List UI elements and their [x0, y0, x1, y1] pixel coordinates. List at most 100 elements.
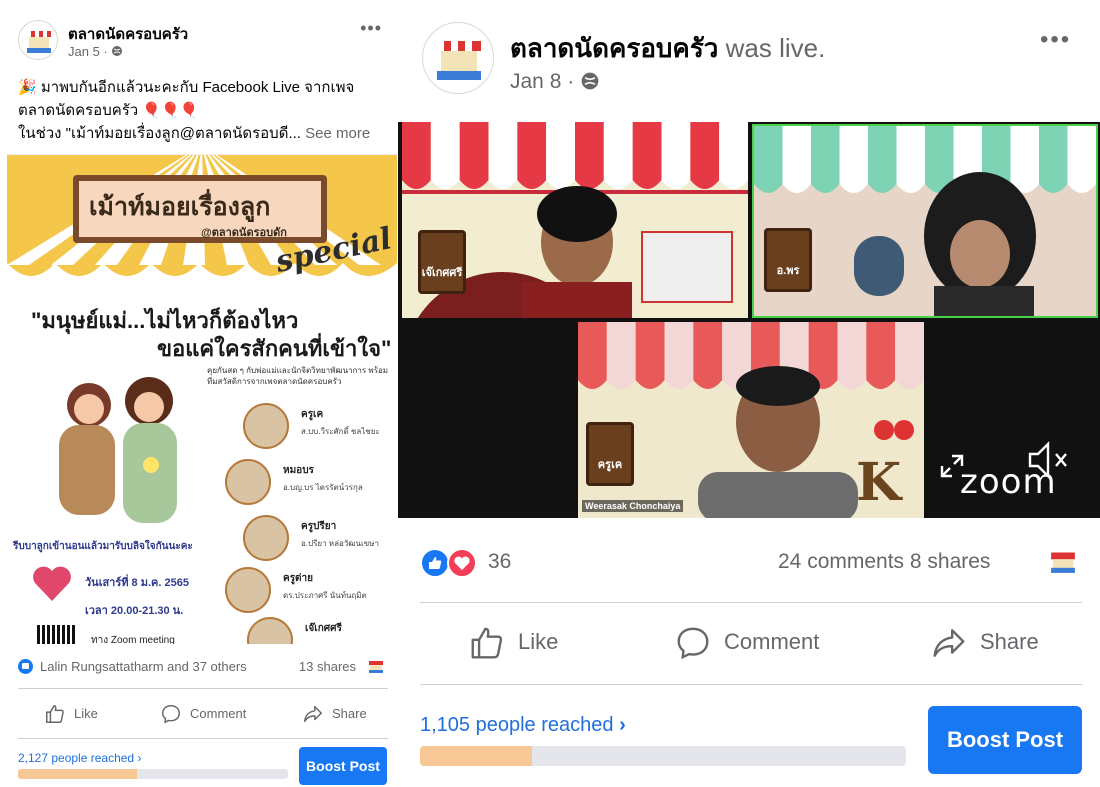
awning-stripe [632, 122, 662, 189]
people-reached-text: 2,127 people reached [18, 751, 135, 765]
speaker-card: เจ๊เกศศรี [247, 617, 397, 644]
boost-post-button[interactable]: Boost Post [299, 747, 387, 785]
page-mini-avatar-icon[interactable] [366, 656, 386, 676]
speaker-desc: ส.บบ.วีระศักดิ์ ชลไชยะ [301, 427, 380, 436]
boost-post-button[interactable]: Boost Post [928, 706, 1082, 774]
speaker-photo [225, 567, 271, 613]
heart-icon [33, 566, 71, 601]
page-name[interactable]: ตลาดนัดครอบครัว [510, 33, 718, 63]
video-tile: เจ๊เกศศรี [402, 122, 748, 318]
awning-stripe [546, 122, 575, 189]
post-text-line: 🎉 มาพบกันอีกแล้วนะคะกับ Facebook Live จา… [18, 79, 355, 96]
people-reached-text: 1,105 people reached [420, 714, 614, 736]
page-avatar[interactable] [18, 20, 58, 60]
post-header: ตลาดนัดครอบครัว Jan 5 · ••• [18, 18, 388, 66]
poster-time: เวลา 20.00-21.30 น. [85, 605, 184, 617]
awning-stripe [661, 122, 691, 189]
video-tile: K ครูเค Weerasak Chonchaiya [578, 322, 924, 518]
post-date[interactable]: Jan 8 · [510, 70, 600, 94]
thumbs-up-icon [471, 627, 503, 659]
live-video[interactable]: เจ๊เกศศรี อ.พร K ครูเค Weerasak Chonchai… [398, 122, 1100, 518]
awning-stripe [690, 122, 720, 189]
speaker-card: หมอบร อ.บญ.บร ไตรรัตน์วรกุล [225, 459, 397, 509]
participant-name-label: Weerasak Chonchaiya [582, 500, 684, 512]
awning-stripe [1010, 126, 1039, 193]
page-avatar[interactable] [422, 22, 494, 94]
page-mini-avatar-icon[interactable] [1046, 544, 1080, 578]
post-text: 🎉 มาพบกันอีกแล้วนะคะกับ Facebook Live จา… [18, 76, 390, 145]
action-bar: Like Comment Share [18, 694, 388, 734]
was-live-text: was live. [725, 33, 826, 63]
reach-progress-bar [18, 769, 288, 779]
mute-icon[interactable] [1026, 440, 1072, 480]
speaker-name: เจ๊เกศศรี [305, 623, 342, 634]
comments-shares-count[interactable]: 24 comments 8 shares [778, 550, 990, 574]
divider [18, 738, 388, 739]
reaction-summary: 36 24 comments 8 shares [420, 542, 1080, 582]
svg-text:K: K [856, 452, 903, 513]
people-reached-link[interactable]: 1,105 people reached › [420, 714, 626, 737]
speaker-card: ครูปรียา อ.ปรียา หล่อวัฒนเขษา [243, 515, 397, 565]
left-post: ตลาดนัดครอบครัว Jan 5 · ••• 🎉 มาพบกันอีก… [0, 0, 400, 787]
awning-stripe [402, 122, 431, 189]
comment-label: Comment [724, 629, 820, 654]
awning-stripe [866, 322, 896, 389]
poster-date: วันเสาร์ที่ 8 ม.ค. 2565 [85, 577, 189, 589]
comment-icon [677, 627, 709, 660]
reactors-text[interactable]: Lalin Rungsattatharm and 37 others [40, 659, 247, 674]
like-love-reactions-icon[interactable] [420, 548, 480, 578]
reach-progress-bar [420, 746, 906, 766]
post-text-line: ในช่วง "เม้าท์มอยเรื่องลูก@ตลาดนัดรอบดี.… [18, 122, 390, 145]
people-reached-link[interactable]: 2,127 people reached › [18, 751, 141, 765]
awning-stripe [839, 126, 868, 193]
awning-stripe [895, 322, 924, 389]
poster-headline: ขอแค่ใครสักคนที่เข้าใจ" [157, 336, 392, 361]
nameplate: ครูเค [586, 422, 634, 486]
post-text-line: ตลาดนัดครอบครัว 🎈🎈🎈 [18, 102, 199, 119]
video-tile-active-speaker: อ.พร [752, 124, 1098, 318]
poster-zoom-line: ทาง Zoom meeting [91, 635, 175, 644]
comment-icon [162, 705, 180, 724]
thumbs-up-icon [46, 705, 64, 723]
awning-stripe [868, 126, 897, 193]
divider [420, 602, 1082, 603]
speaker-card: ครูต่าย ดร.ประภาศรี นันท์นฤมิต [225, 567, 397, 617]
speaker-desc: ดร.ประภาศรี นันท์นฤมิต [283, 591, 367, 600]
awning-stripe [837, 322, 867, 389]
post-image[interactable]: เม้าท์มอยเรื่องลูก @ตลาดนัดรอบดัก specia… [7, 154, 397, 644]
reaction-summary: Lalin Rungsattatharm and 37 others 13 sh… [18, 656, 390, 678]
poster-tagline: รีบบาลูกเข้านอนแล้วมารับบลิจใจกันนะคะ [13, 541, 193, 552]
mothers-illustration [59, 377, 177, 523]
share-icon [933, 629, 965, 657]
chevron-right-icon: › [137, 751, 142, 765]
awning-stripe [488, 122, 518, 189]
speaker-photo [247, 617, 293, 644]
awning-stripe [606, 322, 636, 389]
page-name[interactable]: ตลาดนัดครอบครัว [68, 22, 188, 46]
awning-stripe [754, 126, 783, 193]
nameplate: อ.พร [764, 228, 812, 292]
speaker-name: หมอบร [283, 465, 314, 476]
speaker-name: ครูเค [301, 409, 324, 420]
right-post: ตลาดนัดครอบครัว was live. Jan 8 · ••• เจ… [398, 0, 1100, 787]
see-more-link[interactable]: See more [305, 125, 370, 142]
post-date-text: Jan 8 · [510, 70, 575, 93]
post-date[interactable]: Jan 5 · [68, 44, 123, 59]
poster-intro: คุยกันสด ๆ กับพ่อแม่และนักจิตวิทยาพัฒนาก… [207, 366, 389, 386]
live-title: ตลาดนัดครอบครัว was live. [510, 28, 825, 69]
awning-stripe [811, 126, 840, 193]
share-label: Share [332, 706, 367, 721]
reach-progress-fill [420, 746, 532, 766]
globe-icon [112, 46, 123, 56]
speaker-photo [225, 459, 271, 505]
divider [420, 684, 1082, 685]
awning-stripe [578, 322, 607, 389]
speaker-name: ครูปรียา [301, 521, 337, 532]
shares-count[interactable]: 13 shares [299, 659, 356, 674]
ellipsis-icon[interactable]: ••• [1040, 26, 1071, 54]
awning-stripe [575, 122, 604, 189]
post-text-excerpt: ในช่วง "เม้าท์มอยเรื่องลูก@ตลาดนัดรอบดี.… [18, 125, 301, 142]
reaction-count[interactable]: 36 [488, 550, 511, 574]
awning-stripe [635, 322, 665, 389]
ellipsis-icon[interactable]: ••• [360, 18, 382, 39]
